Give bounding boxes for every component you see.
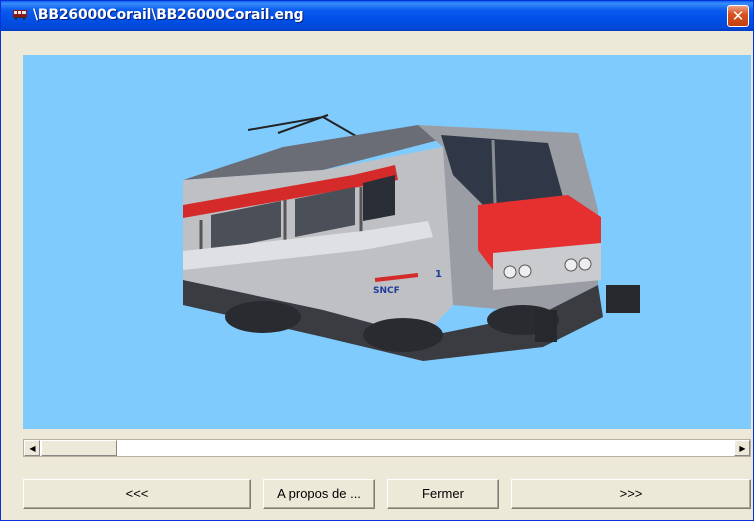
arrow-right-icon: ▶: [739, 444, 746, 453]
about-button[interactable]: A propos de ...: [263, 479, 375, 509]
close-window-button[interactable]: ✕: [727, 5, 749, 27]
model-preview-viewport[interactable]: SNCF 1: [23, 55, 751, 429]
locomotive-render: SNCF 1: [183, 114, 640, 361]
loco-number-label: 1: [435, 269, 442, 280]
locomotive-icon: [13, 10, 27, 20]
close-icon: ✕: [731, 7, 745, 25]
close-button[interactable]: Fermer: [387, 479, 499, 509]
app-window: \BB26000Corail\BB26000Corail.eng ✕ SNCF …: [0, 0, 754, 521]
scroll-right-button[interactable]: ▶: [734, 440, 750, 456]
scroll-left-button[interactable]: ◀: [24, 440, 40, 456]
title-bar[interactable]: \BB26000Corail\BB26000Corail.eng ✕: [1, 1, 753, 31]
arrow-left-icon: ◀: [29, 444, 36, 453]
sncf-logo: SNCF: [373, 286, 400, 296]
horizontal-scrollbar[interactable]: ◀ ▶: [23, 439, 751, 457]
next-button[interactable]: >>>: [511, 479, 751, 509]
scrollbar-thumb[interactable]: [41, 440, 117, 456]
window-title: \BB26000Corail\BB26000Corail.eng: [33, 7, 304, 23]
previous-button[interactable]: <<<: [23, 479, 251, 509]
